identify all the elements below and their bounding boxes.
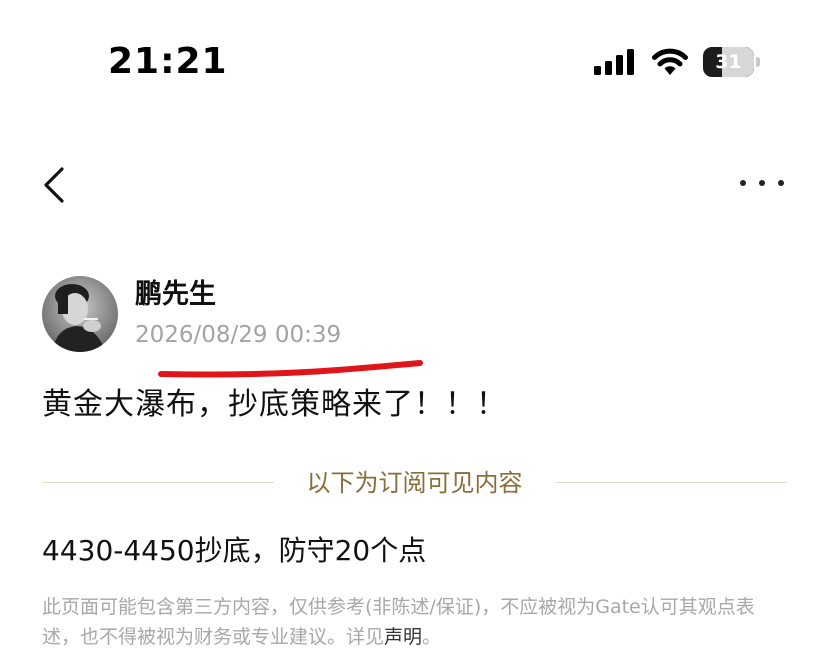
post-headline: 黄金大瀑布，抄底策略来了！！！	[42, 387, 507, 422]
cellular-signal-icon	[594, 49, 634, 75]
battery-body: 31	[703, 47, 754, 77]
disclaimer-link[interactable]: 声明	[384, 626, 422, 648]
author-name[interactable]: 鹏先生	[135, 276, 216, 314]
post-body: 4430-4450抄底，防守20个点	[42, 534, 427, 567]
subscription-divider-label: 以下为订阅可见内容	[306, 469, 523, 497]
disclaimer: 此页面可能包含第三方内容，仅供参考(非陈述/保证)，不应被视为Gate认可其观点…	[42, 592, 792, 652]
battery-cap	[756, 57, 760, 67]
more-options-icon[interactable]	[740, 170, 784, 196]
dot	[740, 180, 746, 186]
divider-line-right	[555, 482, 787, 483]
dot	[759, 180, 765, 186]
battery-indicator: 31	[703, 47, 760, 77]
author-avatar[interactable]	[42, 276, 118, 352]
divider-line-left	[42, 482, 274, 483]
battery-percent: 31	[715, 51, 742, 73]
disclaimer-end: 。	[422, 626, 442, 648]
post-timestamp: 2026/08/29 00:39	[135, 322, 342, 348]
dot	[778, 180, 784, 186]
red-annotation-stroke	[158, 360, 423, 378]
status-time: 21:21	[108, 41, 228, 82]
wifi-icon	[652, 48, 688, 75]
back-chevron-icon[interactable]	[40, 165, 70, 205]
